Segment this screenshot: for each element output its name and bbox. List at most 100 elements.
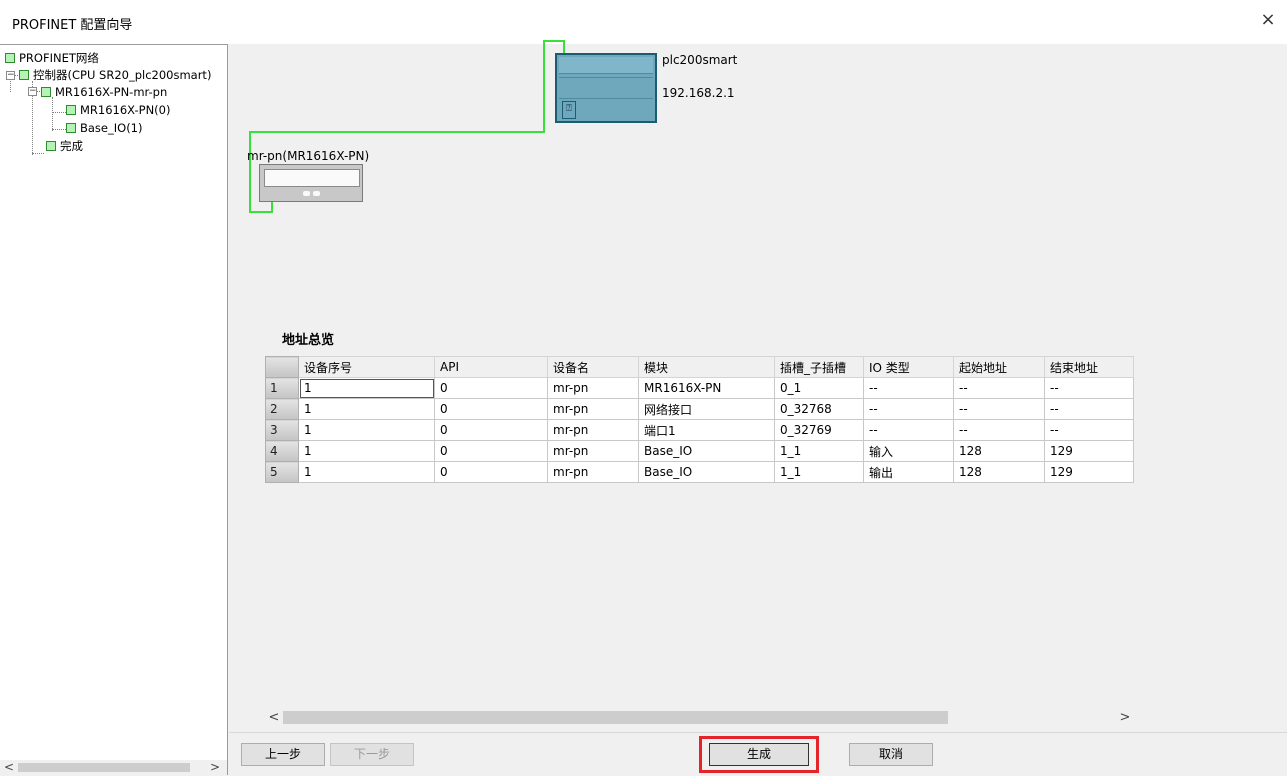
table-row[interactable]: 5 1 0 mr-pn Base_IO 1_1 输出 128 129 — [265, 461, 1134, 483]
tree-item-label: MR1616X-PN-mr-pn — [55, 85, 168, 99]
tree-item-controller[interactable]: 控制器(CPU SR20_plc200smart) — [19, 67, 211, 83]
column-header[interactable]: 设备序号 — [298, 356, 435, 378]
table-row[interactable]: 3 1 0 mr-pn 端口1 0_32769 -- -- -- — [265, 419, 1134, 441]
title-bar: PROFINET 配置向导 × — [0, 0, 1287, 44]
tree-item-profinet-network[interactable]: PROFINET网络 — [5, 50, 99, 66]
scroll-right-icon[interactable]: > — [1116, 709, 1134, 726]
table-cell[interactable]: 1_1 — [774, 440, 864, 462]
column-header[interactable]: IO 类型 — [863, 356, 954, 378]
column-header[interactable]: 结束地址 — [1044, 356, 1134, 378]
table-cell[interactable]: 0_1 — [774, 377, 864, 399]
scrollbar-thumb[interactable] — [283, 711, 948, 724]
row-number[interactable]: 3 — [265, 419, 299, 441]
scroll-left-icon[interactable]: < — [265, 709, 283, 726]
scrollbar-thumb[interactable] — [18, 763, 190, 772]
window-title: PROFINET 配置向导 — [12, 18, 133, 33]
device-display — [264, 169, 360, 187]
row-number[interactable]: 5 — [265, 461, 299, 483]
table-cell[interactable]: MR1616X-PN — [638, 377, 775, 399]
tree-item-label: 控制器(CPU SR20_plc200smart) — [33, 68, 212, 82]
table-cell[interactable]: -- — [1044, 419, 1134, 441]
plc-name-label: plc200smart — [662, 53, 738, 67]
table-cell[interactable]: 128 — [953, 440, 1045, 462]
tree-horizontal-scrollbar[interactable]: < > — [0, 760, 228, 775]
next-step-button[interactable]: 下一步 — [330, 743, 414, 766]
network-link — [249, 131, 251, 213]
table-cell[interactable]: 输出 — [863, 461, 954, 483]
table-cell[interactable]: -- — [863, 398, 954, 420]
table-cell[interactable]: -- — [953, 377, 1045, 399]
table-cell[interactable]: 0 — [434, 398, 548, 420]
plc-ip-label: 192.168.2.1 — [662, 86, 735, 100]
table-row[interactable]: 2 1 0 mr-pn 网络接口 0_32768 -- -- -- — [265, 398, 1134, 420]
table-cell[interactable]: Base_IO — [638, 461, 775, 483]
table-cell[interactable]: 129 — [1044, 461, 1134, 483]
column-header[interactable]: 插槽_子插槽 — [774, 356, 864, 378]
table-cell[interactable]: 0_32769 — [774, 419, 864, 441]
table-cell[interactable]: 1 — [298, 398, 435, 420]
scroll-left-icon[interactable]: < — [0, 760, 18, 775]
device-led — [303, 191, 310, 196]
table-cell[interactable]: 0_32768 — [774, 398, 864, 420]
table-cell[interactable]: -- — [1044, 398, 1134, 420]
cancel-button[interactable]: 取消 — [849, 743, 933, 766]
column-header[interactable]: API — [434, 356, 548, 378]
table-cell[interactable]: -- — [863, 377, 954, 399]
scroll-right-icon[interactable]: > — [206, 760, 224, 775]
table-cell[interactable]: mr-pn — [547, 419, 639, 441]
generate-button[interactable]: 生成 — [709, 743, 809, 766]
table-cell[interactable]: -- — [1044, 377, 1134, 399]
io-device-icon[interactable] — [259, 164, 363, 202]
table-cell[interactable]: 0 — [434, 461, 548, 483]
column-header[interactable]: 设备名 — [547, 356, 639, 378]
table-cell[interactable]: 128 — [953, 461, 1045, 483]
tree-item-module-1[interactable]: Base_IO(1) — [66, 120, 143, 136]
close-icon[interactable]: × — [1256, 8, 1280, 32]
finish-node-icon — [46, 141, 56, 151]
table-cell[interactable]: 1 — [298, 461, 435, 483]
tree-connector — [52, 129, 66, 130]
collapse-icon[interactable]: − — [28, 87, 37, 96]
table-cell[interactable]: 0 — [434, 440, 548, 462]
table-row[interactable]: 4 1 0 mr-pn Base_IO 1_1 输入 128 129 — [265, 440, 1134, 462]
table-horizontal-scrollbar[interactable]: < > — [229, 709, 1287, 726]
table-cell[interactable]: 网络接口 — [638, 398, 775, 420]
table-cell[interactable]: 端口1 — [638, 419, 775, 441]
table-header-row: 设备序号 API 设备名 模块 插槽_子插槽 IO 类型 起始地址 结束地址 — [265, 356, 1134, 378]
table-cell[interactable]: -- — [953, 398, 1045, 420]
network-link — [543, 40, 545, 132]
collapse-icon[interactable]: − — [6, 71, 15, 80]
tree-connector — [32, 153, 44, 154]
table-cell[interactable]: 0 — [434, 377, 548, 399]
table-cell[interactable]: -- — [863, 419, 954, 441]
row-number[interactable]: 1 — [265, 377, 299, 399]
table-cell[interactable]: 输入 — [863, 440, 954, 462]
table-cell[interactable]: 1 — [298, 377, 435, 399]
column-header[interactable]: 起始地址 — [953, 356, 1045, 378]
table-cell[interactable]: mr-pn — [547, 377, 639, 399]
plc-device-icon[interactable]: ⍰ — [555, 53, 657, 123]
table-cell[interactable]: 1 — [298, 419, 435, 441]
table-cell[interactable]: mr-pn — [547, 398, 639, 420]
table-cell[interactable]: 129 — [1044, 440, 1134, 462]
table-cell[interactable]: 0 — [434, 419, 548, 441]
table-cell[interactable]: 1_1 — [774, 461, 864, 483]
row-number[interactable]: 4 — [265, 440, 299, 462]
prev-step-button[interactable]: 上一步 — [241, 743, 325, 766]
table-cell[interactable]: Base_IO — [638, 440, 775, 462]
table-cell[interactable]: -- — [953, 419, 1045, 441]
tree-item-module-0[interactable]: MR1616X-PN(0) — [66, 102, 170, 118]
tree-item-finish[interactable]: 完成 — [46, 138, 83, 154]
row-number[interactable]: 2 — [265, 398, 299, 420]
network-view: ⍰ plc200smart 192.168.2.1 mr-pn(MR1616X-… — [229, 40, 1287, 289]
table-cell[interactable]: mr-pn — [547, 461, 639, 483]
wizard-button-bar: 上一步 下一步 生成 取消 — [229, 732, 1287, 776]
network-node-icon — [5, 53, 15, 63]
column-header[interactable]: 模块 — [638, 356, 775, 378]
table-cell[interactable]: 1 — [298, 440, 435, 462]
address-table: 设备序号 API 设备名 模块 插槽_子插槽 IO 类型 起始地址 结束地址 1… — [265, 356, 1134, 483]
tree-connector — [52, 112, 66, 113]
table-cell[interactable]: mr-pn — [547, 440, 639, 462]
table-row[interactable]: 1 1 0 mr-pn MR1616X-PN 0_1 -- -- -- — [265, 377, 1134, 399]
tree-item-device[interactable]: MR1616X-PN-mr-pn — [41, 84, 167, 100]
